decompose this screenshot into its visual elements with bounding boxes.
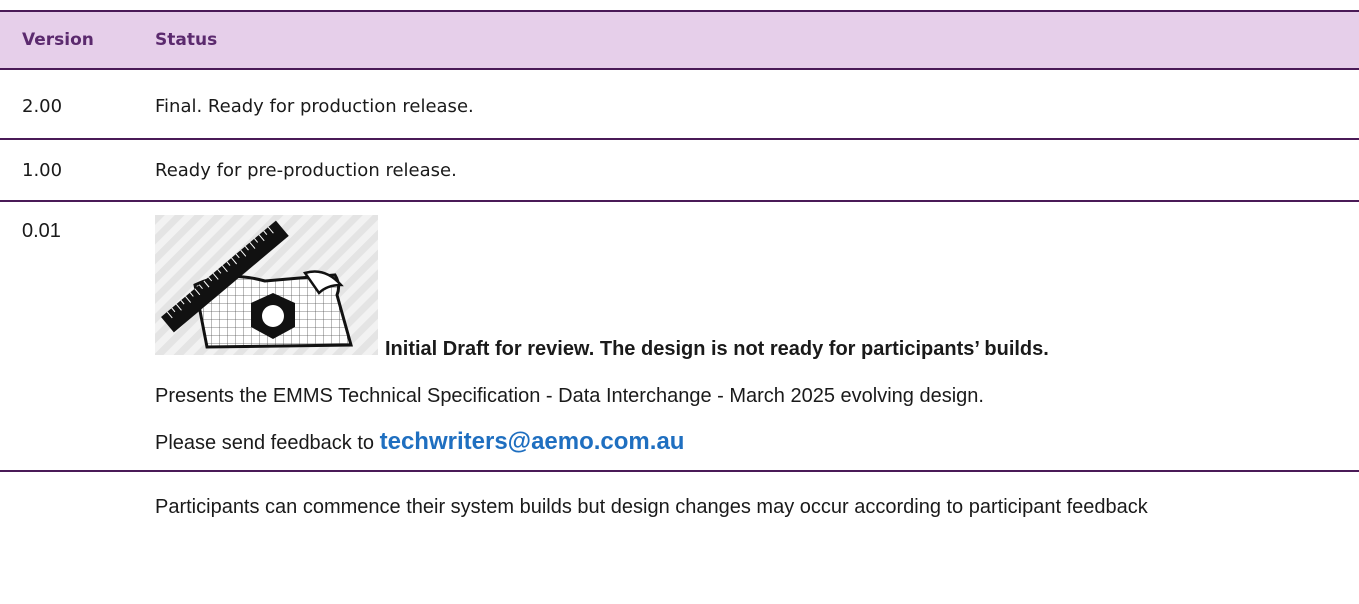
header-status: Status: [155, 30, 218, 50]
table-header: Version Status: [0, 10, 1359, 70]
row-version-1-00: 1.00: [22, 160, 63, 181]
header-version: Version: [22, 30, 94, 50]
row-version-0-01: 0.01: [22, 220, 61, 242]
row-divider: [0, 470, 1359, 472]
draft-design-icon: [155, 215, 378, 355]
draft-status-title: Initial Draft for review. The design is …: [385, 338, 1049, 360]
row-status-2-00: Final. Ready for production release.: [155, 96, 474, 117]
feedback-line: Please send feedback to techwriters@aemo…: [155, 426, 684, 459]
feedback-prefix: Please send feedback to: [155, 432, 380, 454]
draft-status-description: Presents the EMMS Technical Specificatio…: [155, 385, 984, 407]
feedback-email-link[interactable]: techwriters@aemo.com.au: [380, 428, 685, 455]
row-divider: [0, 200, 1359, 202]
row-divider: [0, 138, 1359, 140]
row-status-1-00: Ready for pre-production release.: [155, 160, 457, 181]
row-version-2-00: 2.00: [22, 96, 63, 117]
row-status-continuation: Participants can commence their system b…: [155, 496, 1148, 518]
